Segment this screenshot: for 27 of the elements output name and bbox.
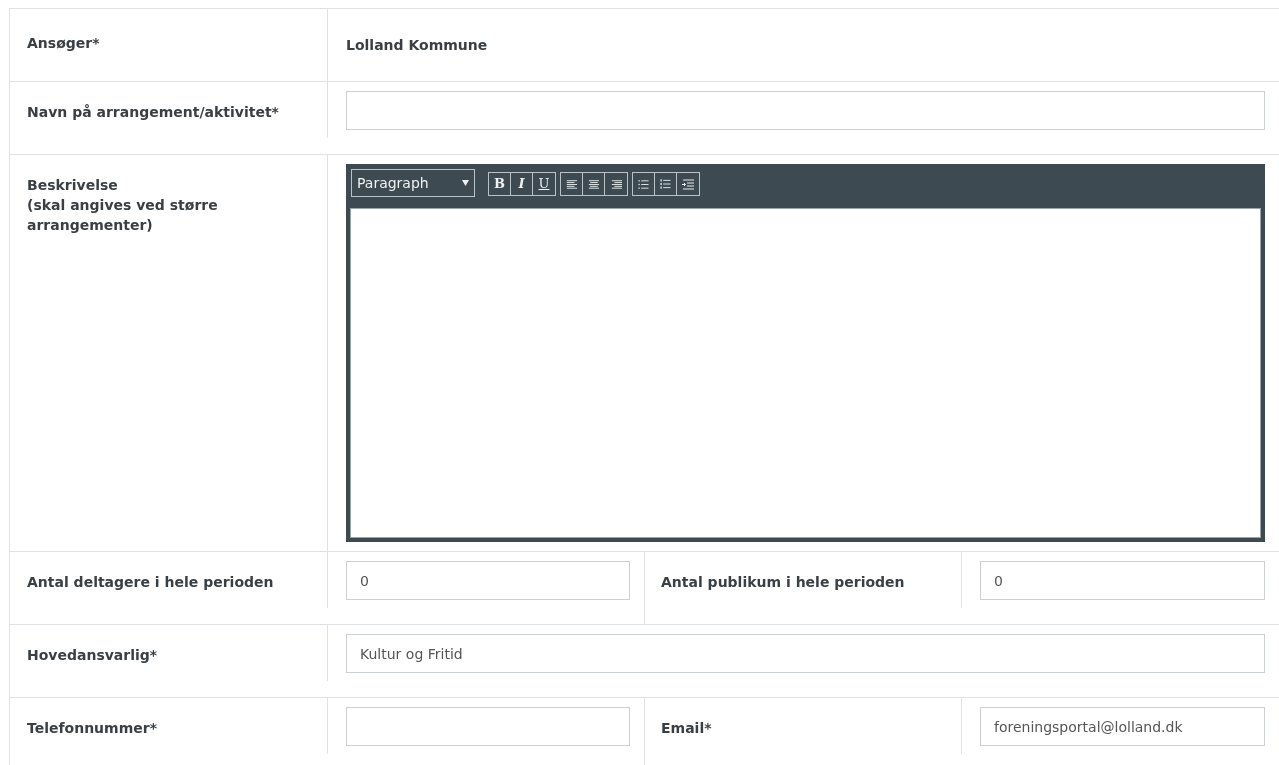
field-label: Telefonnummer* bbox=[27, 720, 157, 736]
field-label: Hovedansvarlig* bbox=[27, 647, 158, 663]
bold-button[interactable]: B bbox=[489, 173, 511, 195]
input-field[interactable]: Kultur og Fritid bbox=[346, 634, 1265, 673]
italic-button[interactable]: I bbox=[511, 173, 533, 195]
bullet-list-icon bbox=[638, 178, 649, 190]
input-field[interactable] bbox=[346, 91, 1265, 130]
field-value: Lolland Kommune bbox=[346, 37, 488, 53]
indent-icon bbox=[682, 178, 694, 190]
align-right-icon bbox=[610, 178, 622, 190]
field-label: Antal publikum i hele perioden bbox=[661, 574, 905, 590]
field-label: Navn på arrangement/aktivitet* bbox=[27, 104, 279, 120]
input-field[interactable] bbox=[346, 707, 630, 746]
numbered-list-icon bbox=[660, 178, 671, 190]
input-field[interactable]: foreningsportal@lolland.dk bbox=[980, 707, 1265, 746]
field-label: Antal deltagere i hele perioden bbox=[27, 574, 274, 590]
align-center-icon bbox=[588, 178, 599, 190]
field-label: Email* bbox=[661, 720, 712, 736]
input-field[interactable]: 0 bbox=[980, 561, 1265, 600]
input-field[interactable]: 0 bbox=[346, 561, 630, 600]
caret-icon bbox=[462, 180, 469, 186]
align-left-icon bbox=[566, 178, 577, 190]
field-hint: (skal angives ved større arrangementer) bbox=[27, 196, 219, 235]
field-label: Beskrivelse bbox=[27, 176, 119, 195]
field-label: Ansøger* bbox=[27, 34, 100, 53]
underline-button[interactable]: U bbox=[533, 173, 555, 195]
format-dropdown[interactable]: Paragraph bbox=[351, 169, 475, 197]
